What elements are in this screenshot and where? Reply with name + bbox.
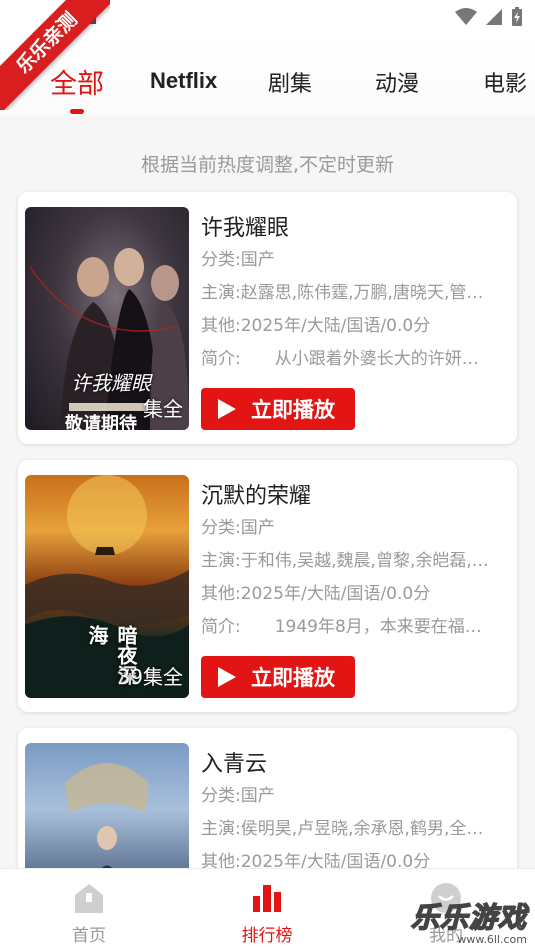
drama-category: 分类:国产 [201,786,275,806]
drama-info: 许我耀眼 分类:国产 主演:赵露思,陈伟霆,万鹏,唐晓天,管… 其他:2025年… [201,210,511,376]
wifi-icon [455,8,477,25]
drama-title[interactable]: 许我耀眼 [201,210,511,244]
tab-movies[interactable]: 电影 [483,66,527,98]
poster-title-text: 许我耀眼 [71,371,151,395]
episode-count: 39集全 [117,665,183,689]
play-icon [218,399,236,419]
signal-icon [486,9,502,25]
watermark-text: 乐乐游戏 [410,901,527,935]
drama-cast: 主演:赵露思,陈伟霆,万鹏,唐晓天,管… [201,283,484,303]
drama-info: 入青云 分类:国产 主演:侯明昊,卢昱晓,余承恩,鹤男,全… 其他:2025年/… [201,746,511,879]
episode-count: 集全 [143,397,183,421]
drama-cast: 主演:于和伟,吴越,魏晨,曾黎,余皑磊,… [201,551,489,571]
play-icon [218,667,236,687]
drama-other-info: 其他:2025年/大陆/国语/0.0分 [201,316,431,336]
drama-card[interactable]: 暗夜深海 39集全 沉默的荣耀 分类:国产 主演:于和伟,吴越,魏晨,曾黎,余皑… [18,460,517,712]
drama-intro: 简介: 从小跟着外婆长大的许妍… [201,349,479,369]
home-icon [75,884,103,913]
drama-category: 分类:国产 [201,250,275,270]
ranking-subtitle: 根据当前热度调整,不定时更新 [140,154,395,176]
bar-chart-icon [253,885,281,912]
watermark-url: www.6ll.com [457,933,527,946]
battery-icon [512,7,522,26]
status-icons [455,6,523,28]
drama-intro: 简介: 1949年8月，本来要在福… [201,617,482,637]
poster-image[interactable]: 许我耀眼 敬请期待 集全 [25,207,189,430]
poster-image[interactable]: 暗夜深海 39集全 [25,475,189,698]
drama-info: 沉默的荣耀 分类:国产 主演:于和伟,吴越,魏晨,曾黎,余皑磊,… 其他:202… [201,478,511,644]
nav-ranking-label: 排行榜 [241,926,293,946]
nav-home-label: 首页 [72,926,106,946]
play-now-button[interactable]: 立即播放 [201,388,355,430]
play-now-label: 立即播放 [251,398,335,422]
ribbon-wrapper: 乐乐亲测 [0,0,110,110]
tab-series[interactable]: 剧集 [268,66,312,98]
tab-netflix[interactable]: Netflix [150,68,217,94]
drama-card[interactable]: 许我耀眼 敬请期待 集全 许我耀眼 分类:国产 主演:赵露思,陈伟霆,万鹏,唐晓… [18,192,517,444]
poster-coming-soon: 敬请期待 [65,414,137,430]
corner-ribbon: 乐乐亲测 [0,0,110,110]
tab-anime[interactable]: 动漫 [375,66,419,98]
drama-title[interactable]: 沉默的荣耀 [201,478,511,512]
play-now-label: 立即播放 [251,666,335,690]
drama-category: 分类:国产 [201,518,275,538]
drama-title[interactable]: 入青云 [201,746,511,780]
drama-cast: 主演:侯明昊,卢昱晓,余承恩,鹤男,全… [201,819,484,839]
play-now-button[interactable]: 立即播放 [201,656,355,698]
drama-other-info: 其他:2025年/大陆/国语/0.0分 [201,584,431,604]
site-watermark: 乐乐游戏 www.6ll.com [410,901,527,946]
